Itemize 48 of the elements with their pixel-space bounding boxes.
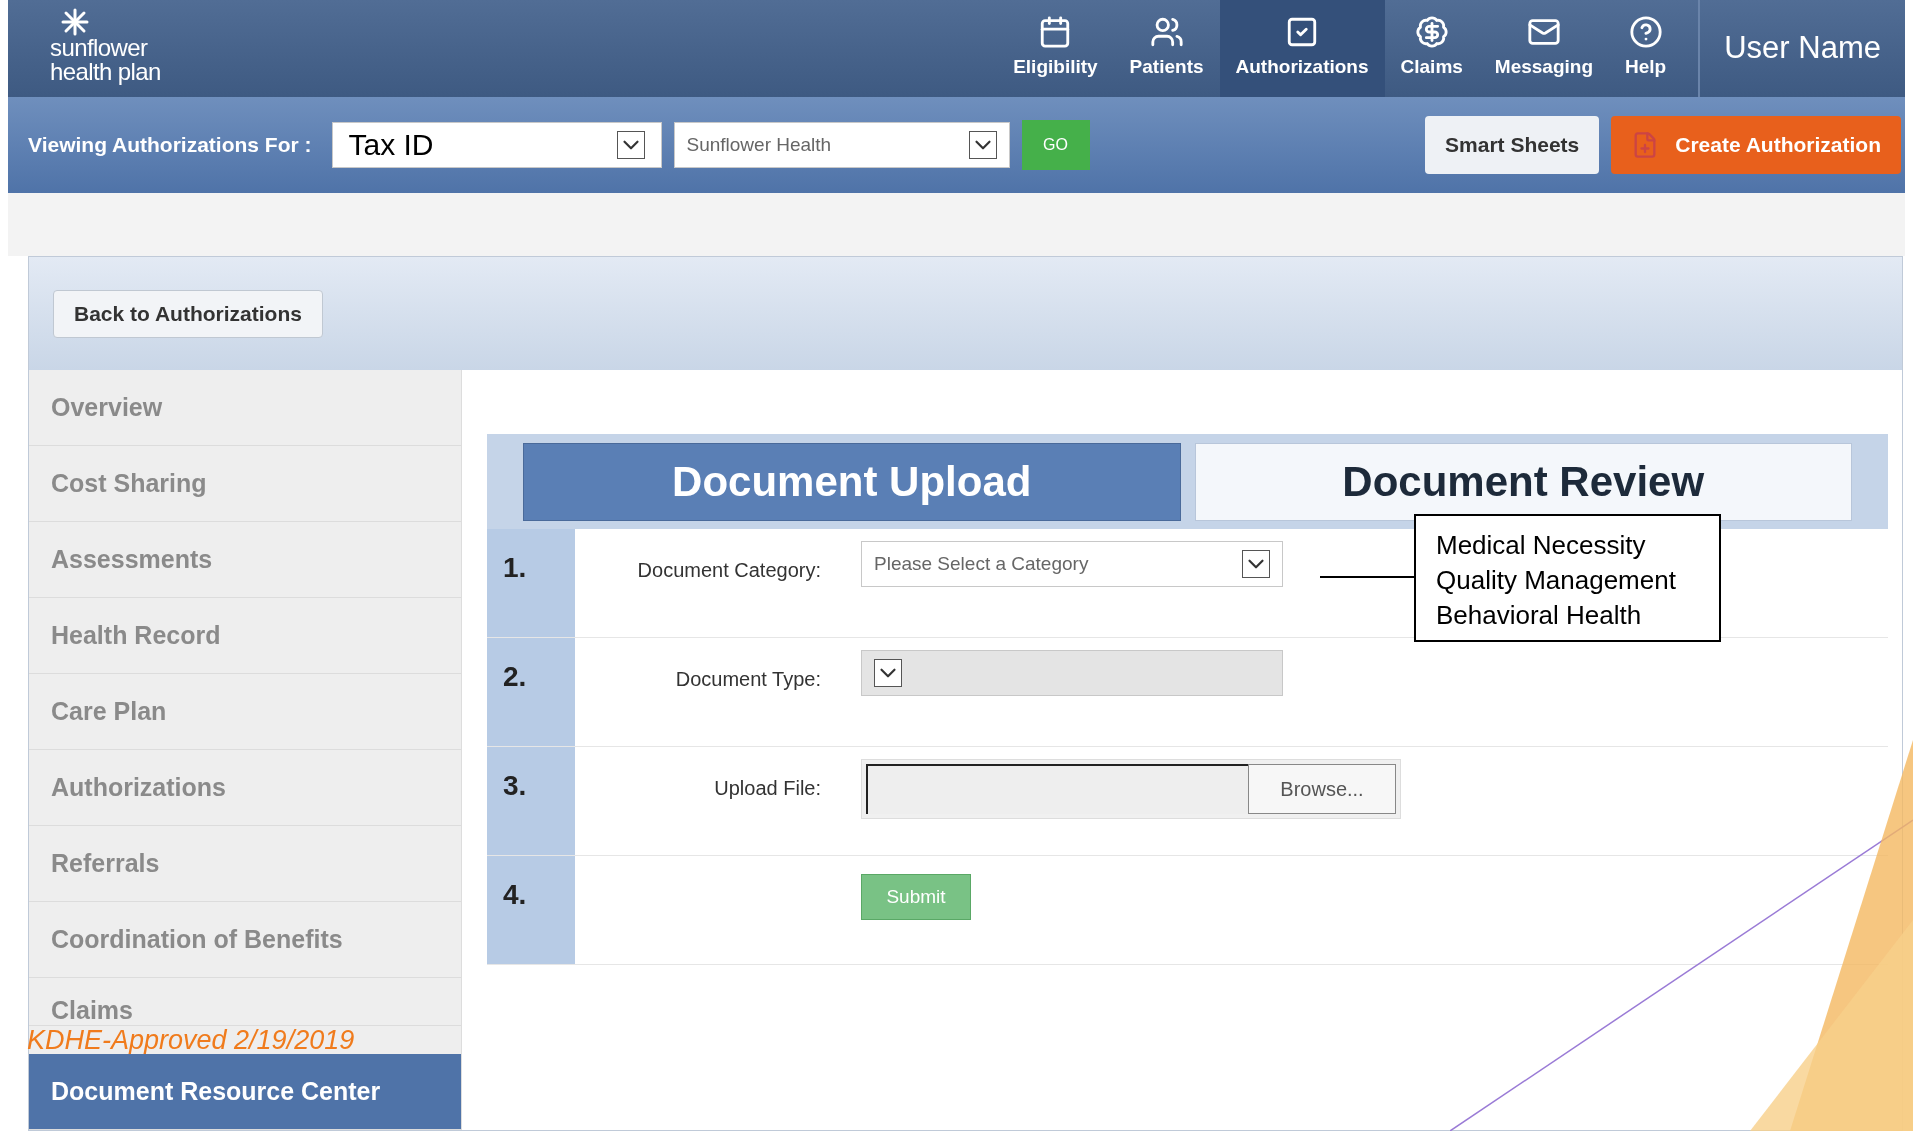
nav-item[interactable]: Help <box>1609 0 1683 97</box>
logo-text: sunflower <box>50 36 149 60</box>
step-number: 2. <box>487 638 575 746</box>
file-input[interactable]: Browse... <box>861 759 1401 819</box>
smart-sheets-button[interactable]: Smart Sheets <box>1425 115 1600 174</box>
back-button[interactable]: Back to Authorizations <box>53 289 323 338</box>
create-authorization-button[interactable]: Create Authorization <box>1611 115 1901 174</box>
step-number: 4. <box>487 856 575 964</box>
callout-text: Medical Necessity <box>1436 529 1647 562</box>
select-field[interactable]: Please Select a Category <box>861 541 1283 587</box>
logo-text: health plan <box>50 60 162 84</box>
callout-text: Quality Management <box>1436 564 1677 597</box>
nav-item[interactable]: Authorizations <box>1219 0 1385 97</box>
tab[interactable]: Document Upload <box>523 442 1181 521</box>
nav-item[interactable]: Patients <box>1113 0 1220 97</box>
sidebar-item[interactable]: Cost Sharing <box>29 446 461 522</box>
nav-item[interactable]: Eligibility <box>997 0 1114 97</box>
sidebar-item[interactable]: Coordination of Benefits <box>29 902 461 978</box>
sidebar-item[interactable]: Referrals <box>29 826 461 902</box>
chevron-down-icon <box>874 659 902 687</box>
sidebar-item[interactable]: Care Plan <box>29 674 461 750</box>
field-label: Upload File: <box>714 777 821 799</box>
toolbar-label: Viewing Authorizations For : <box>28 132 312 159</box>
sidebar-item[interactable]: Overview <box>29 370 461 446</box>
nav-item[interactable]: Messaging <box>1478 0 1610 97</box>
select-field[interactable]: Sunflower Health <box>673 121 1010 168</box>
approval-note: KDHE-Approved 2/19/2019 <box>27 1026 356 1054</box>
step-number: 1. <box>487 529 575 637</box>
sidebar-item[interactable]: Health Record <box>29 598 461 674</box>
sidebar-item[interactable]: Assessments <box>29 522 461 598</box>
field-label: Document Category: <box>637 559 821 581</box>
chevron-down-icon <box>1242 550 1270 578</box>
sidebar-item[interactable]: Claims <box>29 978 461 1026</box>
sidebar-item[interactable]: Document Resource Center <box>29 1054 461 1130</box>
browse-button[interactable]: Browse... <box>1248 764 1396 814</box>
chevron-down-icon <box>616 130 645 159</box>
step-number: 3. <box>487 747 575 855</box>
chevron-down-icon <box>968 130 997 159</box>
select-field[interactable]: Tax ID <box>331 121 662 168</box>
callout-text: Behavioral Health <box>1436 599 1643 632</box>
sidebar-item[interactable]: Authorizations <box>29 750 461 826</box>
tab[interactable]: Document Review <box>1194 442 1852 521</box>
field-label: Document Type: <box>675 668 821 690</box>
user-name[interactable]: User Name <box>1700 25 1905 72</box>
flower-icon <box>60 8 90 36</box>
dollar-icon <box>1414 15 1449 50</box>
nav-item[interactable]: Claims <box>1384 0 1479 97</box>
help-icon <box>1628 15 1663 50</box>
